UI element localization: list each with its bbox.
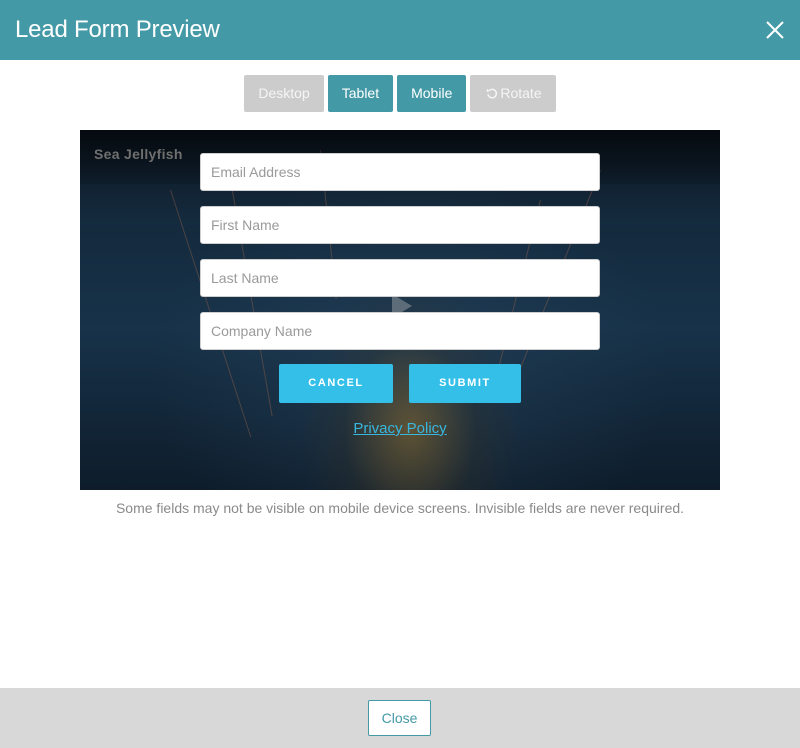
first-name-field[interactable] [200, 206, 600, 244]
rotate-label: Rotate [500, 85, 542, 101]
cancel-button[interactable]: CANCEL [279, 364, 393, 403]
tablet-button[interactable]: Tablet [327, 75, 394, 112]
modal-title: Lead Form Preview [15, 16, 220, 43]
modal-header: Lead Form Preview [0, 0, 800, 60]
preview-video-frame: Sea Jellyfish CANCEL SUBMIT Privacy Poli… [80, 130, 720, 490]
company-name-field[interactable] [200, 312, 600, 350]
video-title: Sea Jellyfish [94, 146, 183, 162]
last-name-field[interactable] [200, 259, 600, 297]
mobile-button[interactable]: Mobile [397, 75, 467, 112]
submit-button[interactable]: SUBMIT [409, 364, 521, 403]
device-toggle-bar: Desktop Tablet Mobile Rotate [0, 75, 800, 112]
privacy-policy-link[interactable]: Privacy Policy [80, 420, 720, 437]
lead-form-preview-modal: Lead Form Preview Desktop Tablet Mobile … [0, 0, 800, 748]
close-button[interactable]: Close [368, 700, 431, 736]
visibility-notice: Some fields may not be visible on mobile… [115, 500, 685, 516]
desktop-button[interactable]: Desktop [244, 75, 324, 112]
rotate-icon [486, 77, 498, 114]
modal-footer: Close [0, 688, 800, 748]
rotate-button[interactable]: Rotate [470, 75, 556, 114]
email-field[interactable] [200, 153, 600, 191]
close-icon[interactable] [765, 20, 785, 40]
